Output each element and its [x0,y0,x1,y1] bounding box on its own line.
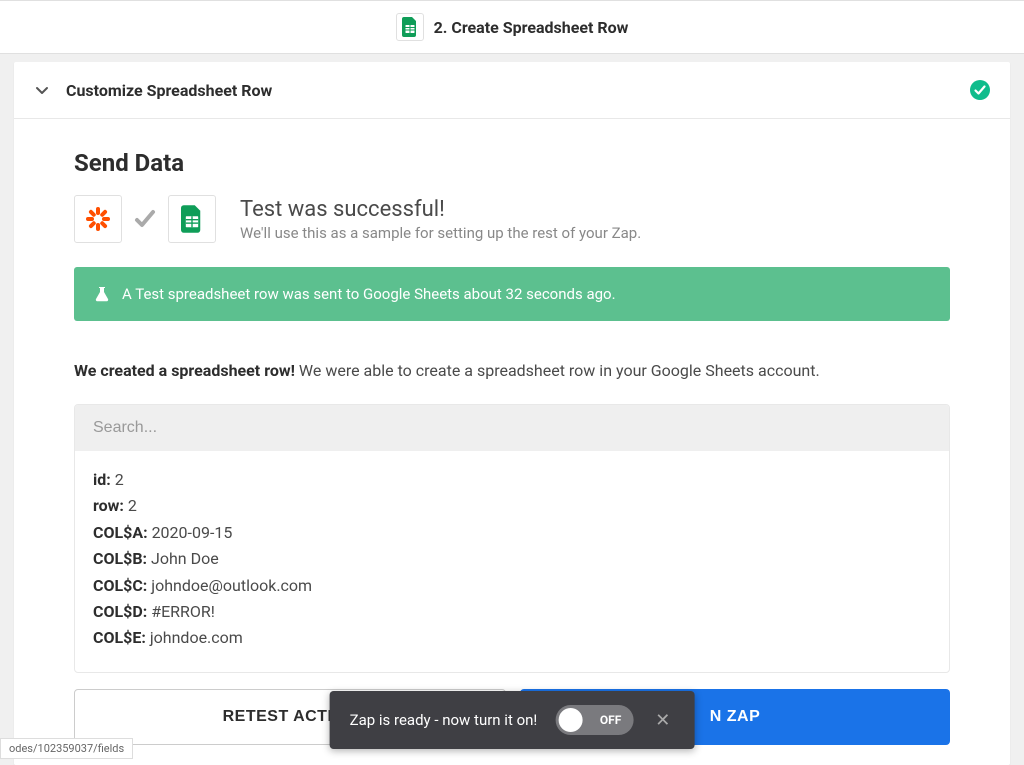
top-bar-title: 2. Create Spreadsheet Row [434,18,629,37]
ready-toast: Zap is ready - now turn it on! OFF ✕ [330,691,695,749]
result-fields: id: 2row: 2COL$A: 2020-09-15COL$B: John … [75,451,949,672]
test-text-block: Test was successful! We'll use this as a… [240,197,641,242]
field-key: COL$E: [93,628,146,647]
test-result-row: Test was successful! We'll use this as a… [74,195,950,243]
zapier-icon-box [74,195,122,243]
zapier-icon [84,205,112,233]
field-key: COL$A: [93,523,148,542]
beaker-icon [94,286,110,302]
section-title: Customize Spreadsheet Row [66,81,970,100]
field-value: 2020-09-15 [148,523,233,542]
result-box: id: 2row: 2COL$A: 2020-09-15COL$B: John … [74,404,950,673]
result-field-row: COL$D: #ERROR! [93,599,931,625]
on-off-toggle[interactable]: OFF [555,705,633,735]
field-value: johndoe.com [146,628,243,647]
content-area: Send Data [14,119,1010,765]
result-field-row: COL$E: johndoe.com [93,625,931,651]
banner-text: A Test spreadsheet row was sent to Googl… [122,285,616,303]
field-key: row: [93,496,124,515]
test-success-subtitle: We'll use this as a sample for setting u… [240,224,641,242]
test-success-title: Test was successful! [240,197,641,222]
main-card: Customize Spreadsheet Row Send Data [14,62,1010,765]
field-key: COL$B: [93,549,147,568]
field-key: COL$C: [93,576,147,595]
field-value: #ERROR! [147,602,215,621]
result-field-row: row: 2 [93,493,931,519]
field-value: johndoe@outlook.com [147,576,312,595]
created-rest: We were able to create a spreadsheet row… [295,361,820,380]
field-value: John Doe [147,549,219,568]
result-field-row: COL$B: John Doe [93,546,931,572]
field-value: 2 [124,496,137,515]
success-banner: A Test spreadsheet row was sent to Googl… [74,267,950,321]
send-data-heading: Send Data [74,149,950,177]
chevron-down-icon [34,82,50,98]
search-input[interactable] [75,405,949,451]
top-bar: 2. Create Spreadsheet Row [0,0,1024,54]
browser-status-hint: odes/102359037/fields [0,738,133,759]
field-value: 2 [111,470,124,489]
app-icon-box [396,13,424,41]
google-sheets-icon [402,17,418,37]
created-bold: We created a spreadsheet row! [74,361,295,380]
field-key: id: [93,470,111,489]
field-key: COL$D: [93,602,147,621]
result-field-row: COL$A: 2020-09-15 [93,520,931,546]
close-icon[interactable]: ✕ [651,710,674,731]
result-field-row: id: 2 [93,467,931,493]
toggle-knob [558,708,582,732]
created-text: We created a spreadsheet row! We were ab… [74,361,950,380]
google-sheets-icon [181,205,203,233]
success-check-icon [970,80,990,100]
result-field-row: COL$C: johndoe@outlook.com [93,573,931,599]
toast-text: Zap is ready - now turn it on! [350,711,538,729]
checkmark-icon [134,208,156,230]
toggle-label: OFF [600,713,621,727]
section-header[interactable]: Customize Spreadsheet Row [14,62,1010,119]
sheets-icon-box [168,195,216,243]
